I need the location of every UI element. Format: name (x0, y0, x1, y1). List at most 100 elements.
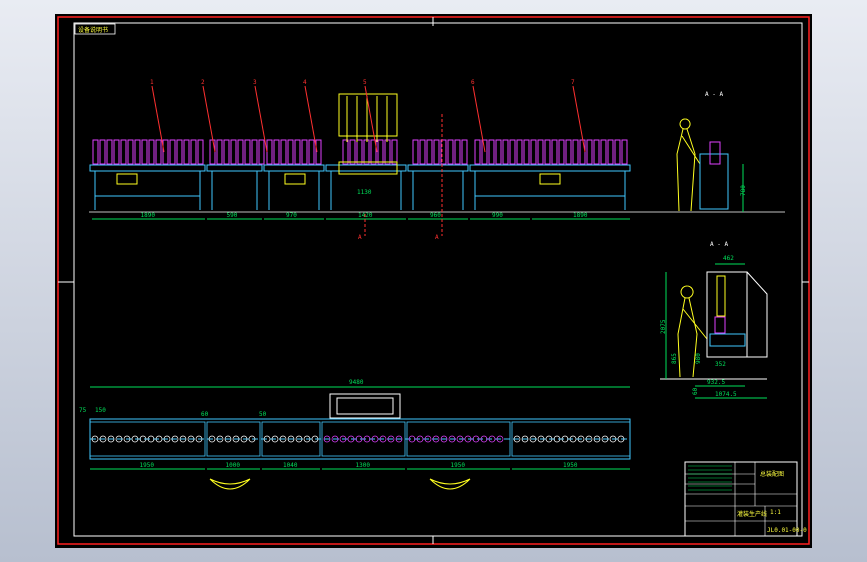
front-dim-label: 960 (430, 212, 441, 219)
bottle (237, 139, 244, 165)
bottle (586, 139, 593, 165)
bottle (183, 139, 190, 165)
bottle (593, 139, 600, 165)
side-view: A - A 462 2075 865 980 352 932.5 1074.5 … (660, 241, 768, 399)
bottle (363, 139, 370, 165)
bottle (273, 139, 280, 165)
bottle (454, 139, 461, 165)
bottle (113, 139, 120, 165)
bottle (426, 139, 433, 165)
plan-top-dim-3: 50 (259, 411, 267, 418)
guide-rail-left (209, 478, 251, 490)
bottle (614, 139, 621, 165)
conveyor-bed-4 (325, 164, 407, 172)
plan-dim-label: 1000 (226, 462, 241, 469)
top-dim: 462 (723, 255, 734, 262)
side-machine-bottle (709, 141, 721, 165)
lower-dim: 980 (695, 353, 702, 364)
bottle (251, 139, 258, 165)
bottom-dim-1: 932.5 (707, 379, 725, 386)
bottle (509, 139, 516, 165)
bottle (384, 139, 391, 165)
bottle (134, 139, 141, 165)
machine-column (716, 275, 726, 317)
bottle (419, 139, 426, 165)
drawing-number: JL0.01-00-0 (767, 527, 807, 534)
drawing-sheet[interactable]: 设备说明书 1130 1 2 3 4 5 6 7 1890 590 970 96… (55, 14, 812, 548)
bottle (141, 139, 148, 165)
bottle (342, 139, 349, 165)
bottle (433, 139, 440, 165)
bottle (461, 139, 468, 165)
bottle (600, 139, 607, 165)
plan-dim-label: 1950 (140, 462, 155, 469)
sheet-border (57, 16, 810, 545)
bottle (197, 139, 204, 165)
bottle (607, 139, 614, 165)
product-name: 灌装生产线 (737, 510, 767, 518)
bottle (223, 139, 230, 165)
assembly-label: 总装配图 (760, 470, 784, 478)
conveyor-bed-6 (469, 164, 631, 172)
bottle (155, 139, 162, 165)
bottle (92, 139, 99, 165)
bottle (412, 139, 419, 165)
height-mid-dim: 865 (671, 353, 678, 364)
bottle (516, 139, 523, 165)
plan-view: 9480 1950 1000 1040 1300 1950 1950 75 150 60 … (79, 379, 631, 490)
balloon-label: 3 (253, 79, 257, 86)
bottle (230, 139, 237, 165)
conveyor-bed-2 (206, 164, 263, 172)
balloon-leader (572, 85, 586, 153)
plan-top-dim-0: 75 (79, 407, 87, 414)
balloon-leader (202, 85, 216, 153)
bottle (530, 139, 537, 165)
machine-guard (746, 271, 768, 358)
side-machine-small (699, 153, 729, 210)
plan-top-dim-1: 150 (95, 407, 106, 414)
height-left-dim: 2075 (660, 319, 667, 334)
side-bottle (714, 316, 726, 334)
balloon-label: 2 (201, 79, 205, 86)
bottle (148, 139, 155, 165)
balloon-label: 1 (150, 79, 154, 86)
bottle (99, 139, 106, 165)
front-dim-label: 990 (492, 212, 503, 219)
plan-top-dim-2: 60 (201, 411, 209, 418)
bottle (287, 139, 294, 165)
drawing-svg: 设备说明书 1130 1 2 3 4 5 6 7 1890 590 970 96… (57, 16, 810, 545)
bottle (349, 139, 356, 165)
bottle (356, 139, 363, 165)
bottom-dim-2: 1074.5 (715, 391, 737, 398)
plan-tank-inner (336, 397, 394, 415)
bottle (488, 139, 495, 165)
bottle (209, 139, 216, 165)
bottle (565, 139, 572, 165)
bottle (377, 139, 384, 165)
front-dim-label: 590 (227, 212, 238, 219)
front-dim-label: 970 (286, 212, 297, 219)
bottle (537, 139, 544, 165)
bottle (120, 139, 127, 165)
front-dimensions: 189059097014209609901890 (92, 212, 630, 220)
bottle (523, 139, 530, 165)
plan-section (406, 421, 511, 457)
bottle (169, 139, 176, 165)
plan-dim-label: 1950 (563, 462, 578, 469)
bottle (280, 139, 287, 165)
machine-conveyor (709, 333, 746, 347)
front-dim-label: 1890 (573, 212, 588, 219)
bottle (258, 139, 265, 165)
bottle-row (92, 139, 628, 165)
plan-dim-label: 1040 (283, 462, 298, 469)
short-dim: 60 (692, 387, 699, 395)
side-view-title: A - A (710, 241, 728, 248)
cad-viewport[interactable]: 设备说明书 1130 1 2 3 4 5 6 7 1890 590 970 96… (0, 0, 867, 562)
motor-3 (539, 173, 561, 185)
bottle (301, 139, 308, 165)
height-right-label: 780 (740, 185, 747, 196)
bottle (621, 139, 628, 165)
overall-dim: 9480 (349, 379, 364, 386)
operator-figure-side (677, 285, 708, 378)
corner-tag: 设备说明书 (78, 26, 108, 34)
